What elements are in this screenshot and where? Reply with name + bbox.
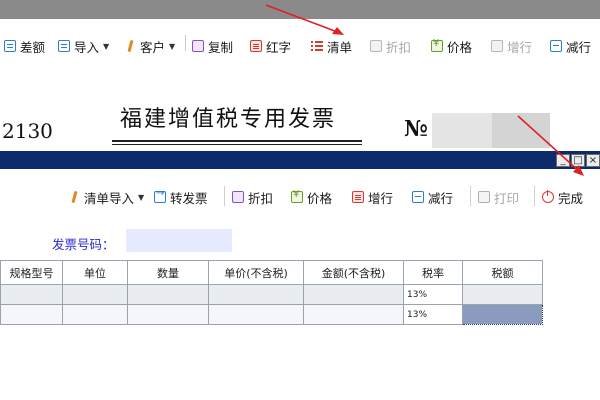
dialog-print-label: 打印	[494, 190, 520, 206]
table-cell[interactable]	[208, 284, 304, 305]
tax-amount-cell-selected[interactable]	[462, 304, 543, 325]
dialog-add-row-button[interactable]: 增行	[352, 188, 393, 206]
import-list-icon	[68, 191, 80, 203]
title-underline-thin	[112, 144, 362, 145]
table-cell[interactable]	[0, 284, 63, 305]
annotation-arrow-list	[265, 4, 344, 35]
table-cell[interactable]	[127, 304, 209, 325]
chevron-down-icon: ▼	[138, 192, 145, 202]
table-cell[interactable]	[62, 284, 128, 305]
chevron-down-icon: ▼	[103, 41, 110, 51]
pen-icon	[124, 40, 136, 52]
column-header[interactable]: 税率	[403, 260, 463, 285]
dialog-done-label: 完成	[558, 190, 584, 206]
price-icon	[431, 38, 443, 52]
column-header[interactable]: 规格型号	[0, 260, 63, 285]
toolbar-customer-button[interactable]: 客户 ▼	[124, 36, 175, 56]
invoice-number-box	[432, 113, 492, 148]
toolbar-price-label: 价格	[447, 39, 473, 55]
toolbar-remove-row-label: 减行	[566, 39, 592, 55]
price-icon	[291, 189, 303, 203]
dialog-discount-button[interactable]: 折扣	[232, 188, 273, 206]
invoice-number-sign: №	[404, 116, 428, 142]
chevron-down-icon: ▼	[169, 41, 176, 51]
dialog-price-button[interactable]: 价格	[291, 188, 332, 206]
red-doc-icon	[250, 40, 262, 52]
toolbar-import-label: 导入	[74, 39, 100, 55]
discount-icon	[370, 40, 382, 52]
dialog-remove-row-label: 减行	[428, 190, 454, 206]
dialog-price-label: 价格	[307, 190, 333, 206]
title-underline	[112, 140, 362, 142]
dialog-import-list-button[interactable]: 清单导入 ▼	[68, 188, 144, 206]
copy-icon	[192, 40, 204, 52]
toolbar-add-row-button[interactable]: 增行	[491, 36, 532, 56]
table-cell[interactable]	[127, 284, 209, 305]
toolbar-separator	[224, 186, 225, 206]
table-cell[interactable]	[62, 304, 128, 325]
table-cell[interactable]	[303, 284, 404, 305]
remove-row-icon	[550, 40, 562, 52]
add-row-icon	[352, 191, 364, 203]
invoice-code-fragment: 2130	[2, 119, 53, 143]
dialog-discount-label: 折扣	[248, 190, 274, 206]
toolbar-price-button[interactable]: 价格	[431, 36, 472, 56]
printer-icon	[478, 191, 490, 203]
toolbar-import-button[interactable]: 导入 ▼	[58, 36, 109, 56]
table-header-row: 规格型号 单位 数量 单价(不含税) 金额(不含税) 税率 税额	[0, 260, 543, 285]
toolbar-copy-label: 复制	[208, 39, 234, 55]
remove-row-icon	[412, 191, 424, 203]
invoice-detail-table: 规格型号 单位 数量 单价(不含税) 金额(不含税) 税率 税额 13% 13%	[0, 260, 543, 325]
tax-rate-cell[interactable]: 13%	[403, 304, 463, 325]
column-header[interactable]: 单价(不含税)	[208, 260, 304, 285]
toolbar-discount-button[interactable]: 折扣	[370, 36, 411, 56]
list-icon	[311, 40, 323, 52]
toolbar-difference-button[interactable]: 差额	[4, 36, 45, 56]
table-row[interactable]: 13%	[0, 304, 543, 325]
table-cell[interactable]	[208, 304, 304, 325]
dialog-convert-invoice-label: 转发票	[170, 190, 208, 206]
table-row[interactable]: 13%	[0, 284, 543, 305]
toolbar-separator	[470, 186, 471, 206]
column-header[interactable]: 金额(不含税)	[303, 260, 404, 285]
dialog-convert-invoice-button[interactable]: 转发票	[154, 188, 208, 206]
dialog-import-list-label: 清单导入	[84, 190, 135, 206]
tax-amount-cell[interactable]	[462, 284, 543, 305]
convert-invoice-icon	[154, 188, 166, 203]
dialog-title-bar[interactable]	[0, 151, 600, 169]
column-header[interactable]: 税额	[462, 260, 543, 285]
annotation-arrow-done	[517, 115, 584, 176]
dialog-print-button[interactable]: 打印	[478, 188, 519, 206]
blue-doc-icon	[4, 40, 16, 52]
toolbar-add-row-label: 增行	[507, 39, 533, 55]
toolbar-discount-label: 折扣	[386, 39, 412, 55]
dialog-add-row-label: 增行	[368, 190, 394, 206]
blue-doc-icon	[58, 40, 70, 52]
invoice-title: 福建增值税专用发票	[120, 107, 337, 132]
add-row-icon	[491, 40, 503, 52]
toolbar-difference-label: 差额	[20, 39, 46, 55]
table-cell[interactable]	[303, 304, 404, 325]
dialog-done-button[interactable]: 完成	[542, 188, 583, 206]
toolbar-copy-button[interactable]: 复制	[192, 36, 233, 56]
toolbar-separator	[185, 35, 186, 51]
discount-icon	[232, 191, 244, 203]
power-icon	[542, 190, 554, 203]
dialog-remove-row-button[interactable]: 减行	[412, 188, 453, 206]
tax-rate-cell[interactable]: 13%	[403, 284, 463, 305]
column-header[interactable]: 数量	[127, 260, 209, 285]
table-cell[interactable]	[0, 304, 63, 325]
column-header[interactable]: 单位	[62, 260, 128, 285]
toolbar-separator	[534, 186, 535, 206]
toolbar-remove-row-button[interactable]: 减行	[550, 36, 591, 56]
invoice-number-label: 发票号码：	[52, 237, 115, 252]
invoice-number-input[interactable]	[126, 229, 232, 252]
toolbar-customer-label: 客户	[140, 39, 166, 55]
